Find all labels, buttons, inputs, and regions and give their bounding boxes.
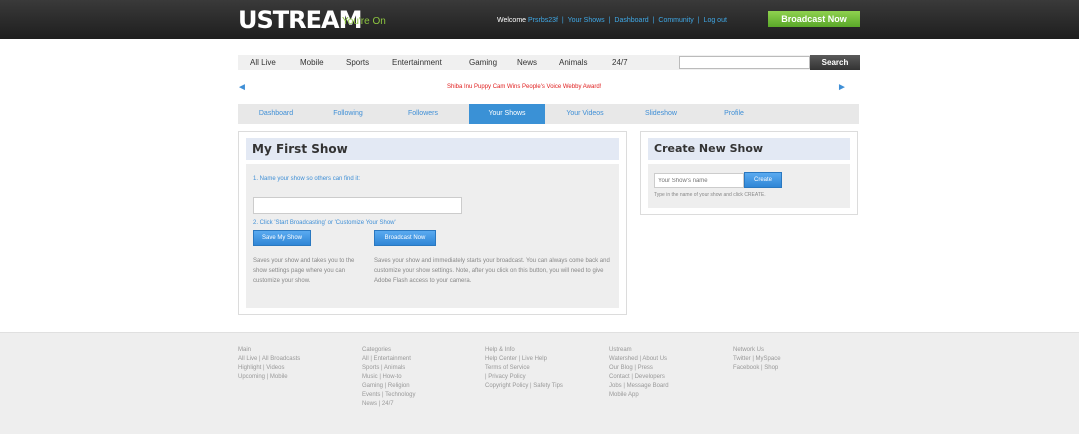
separator: | [561, 17, 564, 24]
dashboard-link[interactable]: Dashboard [614, 17, 648, 24]
footer-link[interactable]: Copyright Policy | Safety Tips [485, 382, 563, 391]
footer-link[interactable]: Twitter | MySpace [733, 355, 781, 364]
search-input[interactable] [679, 56, 810, 69]
show-name-input[interactable] [253, 197, 462, 214]
footer-link[interactable]: Watershed | About Us [609, 355, 669, 364]
tab-slideshow[interactable]: Slideshow [631, 104, 691, 124]
footer-heading[interactable]: Help & Info [485, 346, 563, 355]
footer-link[interactable]: Our Blog | Press [609, 364, 669, 373]
footer-heading[interactable]: Main [238, 346, 300, 355]
tab-your-shows[interactable]: Your Shows [469, 104, 545, 124]
new-show-name-input[interactable] [654, 173, 744, 188]
nav-gaming[interactable]: Gaming [469, 55, 497, 70]
nav-entertainment[interactable]: Entertainment [392, 55, 442, 70]
footer-col-network: Network Us Twitter | MySpace Facebook | … [733, 346, 781, 373]
tab-profile[interactable]: Profile [704, 104, 764, 124]
footer-link[interactable]: All | Entertainment [362, 355, 415, 364]
footer-heading[interactable]: Categories [362, 346, 415, 355]
footer-link[interactable]: Jobs | Message Board [609, 382, 669, 391]
footer-link[interactable]: Events | Technology [362, 391, 415, 400]
create-show-panel: Create New Show Create Type in the name … [640, 131, 858, 215]
footer-link[interactable]: Upcoming | Mobile [238, 373, 300, 382]
broadcast-now-button[interactable]: Broadcast Now [768, 11, 860, 27]
top-bar: USTREAM You're On Welcome Prsrbs23f | Yo… [0, 0, 1079, 39]
footer-col-main: Main All Live | All Broadcasts Highlight… [238, 346, 300, 382]
step-1-label: 1. Name your show so others can find it: [253, 176, 361, 182]
promo-prev-arrow-icon[interactable]: ◄ [237, 82, 247, 93]
nav-animals[interactable]: Animals [559, 55, 587, 70]
my-show-body: 1. Name your show so others can find it:… [246, 164, 619, 308]
step-2-label: 2. Click 'Start Broadcasting' or 'Custom… [253, 220, 396, 226]
footer-heading[interactable]: Network Us [733, 346, 781, 355]
footer-link[interactable]: Contact | Developers [609, 373, 669, 382]
nav-mobile[interactable]: Mobile [300, 55, 324, 70]
create-hint: Type in the name of your show and click … [654, 192, 766, 198]
nav-24-7[interactable]: 24/7 [612, 55, 628, 70]
tab-your-videos[interactable]: Your Videos [553, 104, 617, 124]
your-shows-link[interactable]: Your Shows [568, 17, 605, 24]
footer-col-help: Help & Info Help Center | Live Help Term… [485, 346, 563, 391]
footer-link[interactable]: Gaming | Religion [362, 382, 415, 391]
save-my-show-button[interactable]: Save My Show [253, 230, 311, 246]
footer-link[interactable]: | Privacy Policy [485, 373, 563, 382]
footer-heading[interactable]: Ustream [609, 346, 669, 355]
my-show-panel: My First Show 1. Name your show so other… [238, 131, 627, 315]
footer-col-categories: Categories All | Entertainment Sports | … [362, 346, 415, 409]
footer-link[interactable]: Highlight | Videos [238, 364, 300, 373]
footer-link[interactable]: Music | How-to [362, 373, 415, 382]
footer-link[interactable]: Mobile App [609, 391, 669, 400]
separator: | [697, 17, 700, 24]
footer-link[interactable]: Help Center | Live Help [485, 355, 563, 364]
community-link[interactable]: Community [658, 17, 693, 24]
tab-dashboard[interactable]: Dashboard [246, 104, 306, 124]
welcome-bar: Welcome Prsrbs23f | Your Shows | Dashboa… [497, 17, 727, 24]
logout-link[interactable]: Log out [704, 17, 727, 24]
footer-link[interactable]: Facebook | Shop [733, 364, 781, 373]
username-link[interactable]: Prsrbs23f [528, 17, 558, 24]
search-button[interactable]: Search [810, 55, 860, 70]
separator: | [652, 17, 655, 24]
tagline: You're On [342, 16, 386, 27]
nav-sports[interactable]: Sports [346, 55, 369, 70]
tab-followers[interactable]: Followers [393, 104, 453, 124]
broadcast-now-show-button[interactable]: Broadcast Now [374, 230, 436, 246]
create-show-body: Create Type in the name of your show and… [648, 164, 850, 208]
footer-link[interactable]: Sports | Animals [362, 364, 415, 373]
footer-link[interactable]: All Live | All Broadcasts [238, 355, 300, 364]
save-description: Saves your show and takes you to the sho… [253, 258, 355, 284]
broadcast-description: Saves your show and immediately starts y… [374, 258, 610, 284]
create-show-title: Create New Show [648, 138, 850, 160]
footer-link[interactable]: Terms of Service [485, 364, 563, 373]
nav-news[interactable]: News [517, 55, 537, 70]
nav-all-live[interactable]: All Live [250, 55, 276, 70]
separator: | [608, 17, 611, 24]
footer-col-ustream: Ustream Watershed | About Us Our Blog | … [609, 346, 669, 400]
promo-headline[interactable]: Shiba Inu Puppy Cam Wins People's Voice … [447, 84, 601, 90]
promo-next-arrow-icon[interactable]: ► [837, 82, 847, 93]
my-show-title: My First Show [246, 138, 619, 160]
profile-tabs: Dashboard Following Followers Your Shows… [238, 104, 859, 124]
welcome-label: Welcome [497, 17, 527, 24]
footer-link[interactable]: News | 24/7 [362, 400, 415, 409]
create-button[interactable]: Create [744, 172, 782, 188]
tab-following[interactable]: Following [318, 104, 378, 124]
